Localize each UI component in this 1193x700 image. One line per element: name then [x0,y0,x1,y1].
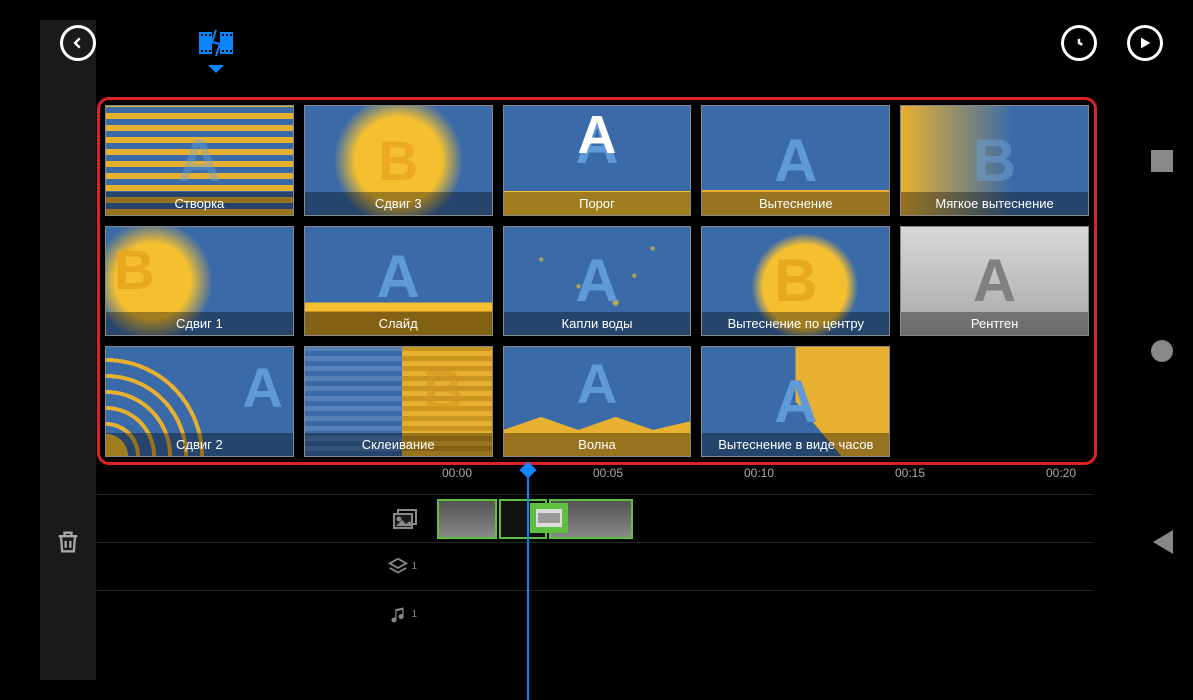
transition-label: Вытеснение в виде часов [702,433,889,456]
transition-label: Волна [504,433,691,456]
chevron-left-icon [71,36,85,50]
timeline-ruler: 00:00 00:05 00:10 00:15 00:20 [97,466,1093,486]
transition-vytesnenie-v-vide-chasov[interactable]: Вытеснение в виде часов [701,346,890,457]
transition-label: Склеивание [305,433,492,456]
ruler-tick: 00:00 [442,466,472,480]
transition-label: Сдвиг 1 [106,312,293,335]
transitions-panel: Створка Сдвиг 3 A Порог Вытеснение Мягкое выт… [97,97,1097,465]
timeline-clip[interactable] [437,499,497,539]
layer-count: 1 [411,561,417,572]
transition-label: Капли воды [504,312,691,335]
transition-skleivanie[interactable]: Склеивание [304,346,493,457]
transition-label: Створка [106,192,293,215]
layers-icon [387,556,409,578]
transition-kapli-vody[interactable]: Капли воды [503,226,692,337]
sidebar [40,20,96,680]
music-icon [389,604,409,626]
transition-vytesnenie-po-tsentru[interactable]: Вытеснение по центру [701,226,890,337]
audio-count: 1 [411,609,417,620]
transition-label: Слайд [305,312,492,335]
transition-label: Сдвиг 3 [305,192,492,215]
image-icon [393,509,417,529]
thumbnail-letter: A [577,108,616,162]
transition-label: Мягкое вытеснение [901,192,1088,215]
device-home-button[interactable] [1151,340,1173,362]
filmstrip-split-icon [198,28,234,58]
transition-volna[interactable]: Волна [503,346,692,457]
transition-stvorka[interactable]: Створка [105,105,294,216]
timeline: 00:00 00:05 00:10 00:15 00:20 [97,466,1093,700]
transition-label: Вытеснение по центру [702,312,889,335]
clock-icon [1069,33,1089,53]
video-track[interactable] [97,494,1093,542]
device-back-button[interactable] [1153,530,1173,554]
transition-label: Сдвиг 2 [106,433,293,456]
transition-rentgen[interactable]: Рентген [900,226,1089,337]
playhead[interactable] [527,470,529,700]
transition-sdvig-2[interactable]: Сдвиг 2 [105,346,294,457]
ruler-tick: 00:20 [1046,466,1076,480]
transition-label: Порог [504,192,691,215]
duration-button[interactable] [1061,25,1097,61]
transition-sdvig-1[interactable]: Сдвиг 1 [105,226,294,337]
layer-track[interactable]: 1 [97,542,1093,590]
filmstrip-icon [536,509,562,527]
transition-label: Рентген [901,312,1088,335]
trash-icon [54,528,82,556]
ruler-tick: 00:05 [593,466,623,480]
device-recent-button[interactable] [1151,150,1173,172]
play-button[interactable] [1127,25,1163,61]
toolbar [0,0,1193,85]
trash-button[interactable] [54,528,82,560]
transition-label: Вытеснение [702,192,889,215]
tab-transitions[interactable] [196,23,236,63]
back-button[interactable] [60,25,96,61]
transition-vytesnenie[interactable]: Вытеснение [701,105,890,216]
ruler-tick: 00:10 [744,466,774,480]
audio-track[interactable]: 1 [97,590,1093,638]
transition-sdvig-3[interactable]: Сдвиг 3 [304,105,493,216]
play-icon [1137,35,1153,51]
transition-porog[interactable]: A Порог [503,105,692,216]
ruler-tick: 00:15 [895,466,925,480]
transition-slayd[interactable]: Слайд [304,226,493,337]
transition-chip[interactable] [530,503,568,533]
transition-myagkoe-vytesnenie[interactable]: Мягкое вытеснение [900,105,1089,216]
